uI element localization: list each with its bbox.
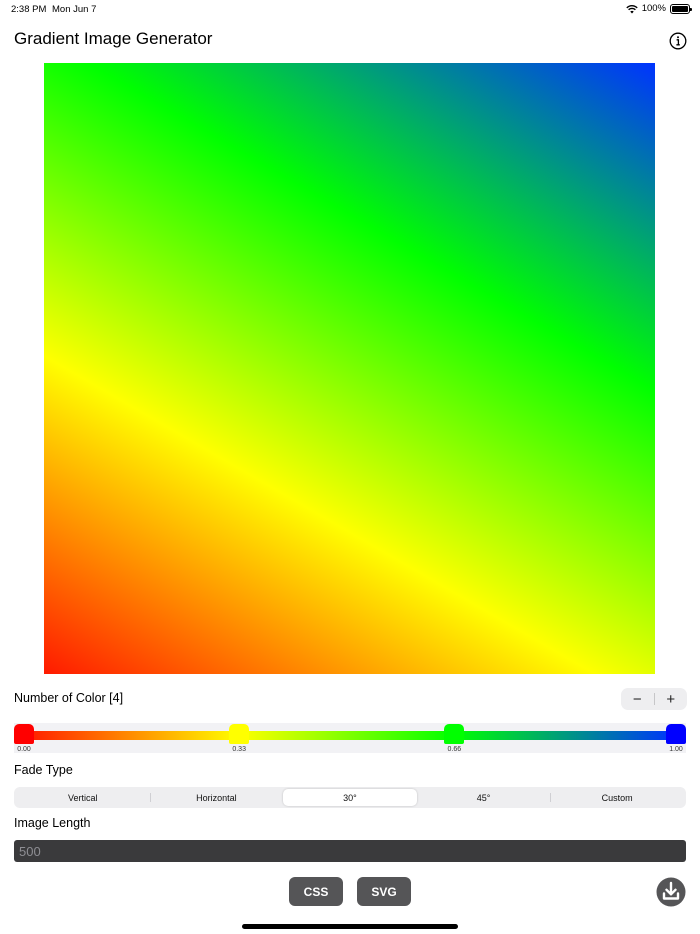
color-stop-handle-1[interactable] xyxy=(229,724,250,744)
color-stop-value-0: 0.00 xyxy=(17,746,31,753)
fade-option-custom[interactable]: Custom xyxy=(550,789,684,806)
color-stop-handle-3[interactable] xyxy=(666,724,686,744)
status-indicators: 100% xyxy=(625,3,692,14)
css-button[interactable]: CSS xyxy=(289,877,343,906)
fade-option-vertical[interactable]: Vertical xyxy=(16,789,150,806)
fade-type-label: Fade Type xyxy=(14,763,73,777)
status-time: 2:38 PM xyxy=(11,4,47,15)
battery-icon xyxy=(670,3,692,14)
color-stop-handle-2[interactable] xyxy=(444,724,465,744)
color-stop-value-2: 0.66 xyxy=(447,746,462,753)
svg-button[interactable]: SVG xyxy=(357,877,411,906)
fade-option-horizontal[interactable]: Horizontal xyxy=(149,789,284,806)
fade-option-45-deg[interactable]: 45° xyxy=(417,789,551,806)
gradient-slider-bar[interactable] xyxy=(24,731,676,740)
status-date: Mon Jun 7 xyxy=(52,4,97,15)
fade-option-30-deg[interactable]: 30° xyxy=(283,789,417,806)
increment-button[interactable]: + xyxy=(655,688,688,710)
color-stop-value-1: 0.33 xyxy=(232,746,246,753)
download-icon[interactable] xyxy=(656,877,686,907)
decrement-button[interactable]: − xyxy=(621,688,654,710)
number-of-colors-label: Number of Color [4] xyxy=(14,691,124,705)
color-count-stepper[interactable]: − + xyxy=(621,688,687,710)
image-length-input[interactable] xyxy=(14,840,686,862)
wifi-icon xyxy=(625,4,638,13)
color-stop-handle-0[interactable] xyxy=(14,724,34,744)
info-icon[interactable] xyxy=(669,32,687,50)
home-indicator xyxy=(242,924,458,929)
fade-type-selector: Vertical Horizontal 30° 45° Custom xyxy=(14,787,686,808)
image-length-label: Image Length xyxy=(14,816,91,830)
status-bar: 2:38 PM Mon Jun 7 100% xyxy=(0,0,700,18)
gradient-preview xyxy=(44,63,655,674)
page-title: Gradient Image Generator xyxy=(14,29,213,48)
battery-percent: 100% xyxy=(641,3,666,14)
color-stop-value-3: 1.00 xyxy=(669,746,683,753)
